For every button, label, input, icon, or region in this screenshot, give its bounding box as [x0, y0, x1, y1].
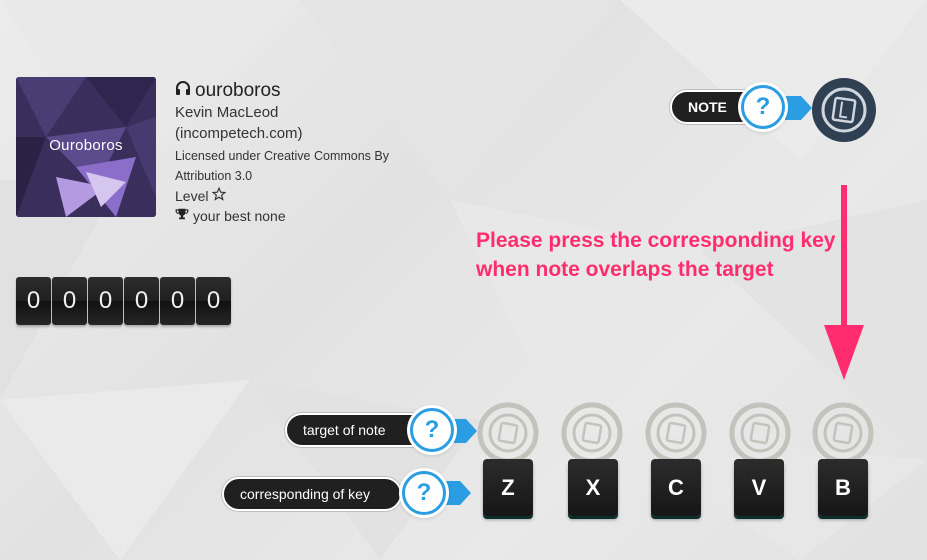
key-v[interactable]: V — [734, 459, 784, 516]
score-digit: 0 — [88, 277, 123, 325]
note-help-icon[interactable]: ? — [741, 85, 785, 129]
trophy-icon — [175, 206, 189, 226]
target-ring-icon — [812, 402, 874, 464]
target-ring-icon — [729, 402, 791, 464]
key-b[interactable]: B — [818, 459, 868, 516]
album-cover: Ouroboros — [16, 77, 156, 217]
artist-name: Kevin MacLeod — [175, 104, 279, 121]
target-help-icon[interactable]: ? — [410, 408, 454, 452]
note-pointer-arrow — [785, 96, 812, 120]
song-title: ouroboros — [195, 80, 281, 101]
score-digit: 0 — [196, 277, 231, 325]
best-row: your best none — [175, 206, 415, 226]
target-tooltip-label: target of note — [303, 422, 386, 438]
song-title-row: ouroboros — [175, 80, 415, 102]
key-c[interactable]: C — [651, 459, 701, 516]
note-icon — [812, 78, 876, 142]
key-tooltip: corresponding of key — [222, 477, 402, 511]
level-row: Level — [175, 186, 415, 206]
target-ring-icon — [561, 402, 623, 464]
cover-title: Ouroboros — [49, 137, 123, 154]
score-counter: 0 0 0 0 0 0 — [16, 277, 232, 325]
key-tooltip-label: corresponding of key — [240, 486, 370, 502]
score-digit: 0 — [16, 277, 51, 325]
target-ring-icon — [477, 402, 539, 464]
key-x[interactable]: X — [568, 459, 618, 516]
target-ring-icon — [645, 402, 707, 464]
artist-site: (incompetech.com) — [175, 125, 303, 142]
level-label: Level — [175, 188, 209, 204]
song-info: ouroboros Kevin MacLeod (incompetech.com… — [175, 80, 415, 226]
star-outline-icon — [212, 186, 227, 206]
instruction-text: Please press the corresponding key when … — [476, 229, 836, 281]
best-label: your best none — [193, 208, 286, 224]
score-digit: 0 — [52, 277, 87, 325]
key-z[interactable]: Z — [483, 459, 533, 516]
note-tooltip-label: NOTE — [688, 99, 727, 115]
score-digit: 0 — [160, 277, 195, 325]
score-digit: 0 — [124, 277, 159, 325]
headphones-icon — [175, 80, 191, 102]
key-help-icon[interactable]: ? — [402, 471, 446, 515]
license-text: Licensed under Creative Commons By Attri… — [175, 149, 389, 183]
